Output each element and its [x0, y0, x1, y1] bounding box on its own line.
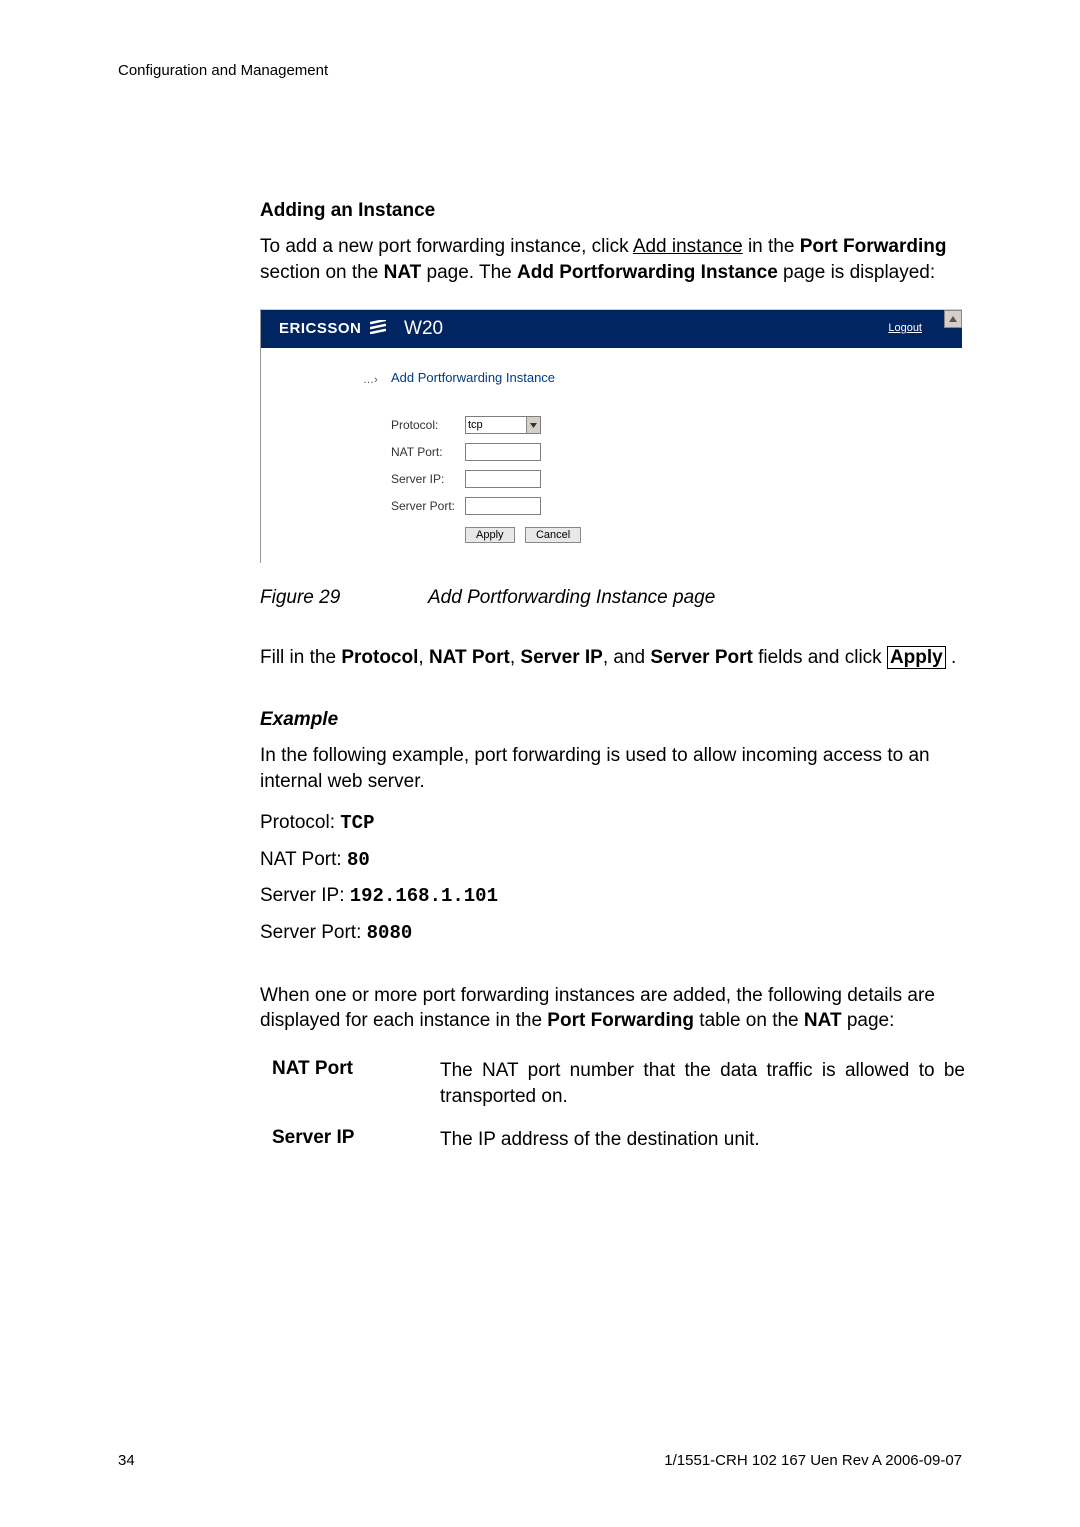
text: table on the	[694, 1010, 804, 1031]
logout-link[interactable]: Logout	[888, 322, 922, 334]
apply-button-reference: Apply	[887, 646, 946, 669]
text: page is displayed:	[778, 262, 935, 283]
form-title: Add Portforwarding Instance	[391, 370, 555, 385]
text: Fill in the	[260, 647, 341, 668]
ericsson-logo: ERICSSON	[279, 320, 386, 338]
add-instance-link-text: Add instance	[633, 236, 743, 257]
text: , and	[603, 647, 651, 668]
apply-button[interactable]: Apply	[465, 527, 515, 543]
bold-text: Protocol	[341, 647, 418, 668]
text: page. The	[421, 262, 517, 283]
def-term: NAT Port	[260, 1058, 440, 1109]
protocol-label: Protocol:	[391, 418, 465, 432]
example-heading: Example	[260, 709, 965, 731]
text: section on the	[260, 262, 384, 283]
nat-port-label: NAT Port:	[391, 445, 465, 459]
figure-caption: Figure 29Add Portforwarding Instance pag…	[260, 587, 965, 609]
port-forwarding-form: Protocol: tcp NAT Port: Server IP:	[391, 414, 962, 543]
example-server-port: Server Port: 8080	[260, 920, 965, 947]
protocol-select[interactable]: tcp	[465, 416, 541, 434]
page-number: 34	[118, 1452, 135, 1469]
text: .	[946, 647, 957, 668]
bold-text: NAT Port	[429, 647, 510, 668]
protocol-value: tcp	[468, 419, 483, 431]
page-header: Configuration and Management	[118, 62, 328, 79]
text: page:	[842, 1010, 895, 1031]
bold-text: Server Port	[650, 647, 752, 668]
example-server-ip: Server IP: 192.168.1.101	[260, 883, 965, 910]
figure-number: Figure 29	[260, 587, 428, 609]
section-heading: Adding an Instance	[260, 200, 965, 222]
caret-up-icon	[949, 316, 957, 322]
text: ,	[510, 647, 521, 668]
table-intro-paragraph: When one or more port forwarding instanc…	[260, 983, 965, 1034]
chevron-down-icon	[530, 423, 537, 428]
value: 192.168.1.101	[350, 885, 498, 907]
def-desc: The NAT port number that the data traffi…	[440, 1058, 965, 1109]
bold-text: NAT	[804, 1010, 842, 1031]
bold-text: Server IP	[520, 647, 602, 668]
value: TCP	[340, 812, 374, 834]
bold-text: Add Portforwarding Instance	[517, 262, 778, 283]
brand-text: ERICSSON	[279, 320, 361, 337]
example-protocol: Protocol: TCP	[260, 810, 965, 837]
doc-reference: 1/1551-CRH 102 167 Uen Rev A 2006-09-07	[664, 1452, 962, 1469]
def-desc: The IP address of the destination unit.	[440, 1127, 965, 1153]
bold-text: Port Forwarding	[800, 236, 947, 257]
model-text: W20	[404, 318, 443, 340]
intro-paragraph: To add a new port forwarding instance, c…	[260, 234, 965, 285]
figure-caption-text: Add Portforwarding Instance page	[428, 587, 715, 608]
def-term: Server IP	[260, 1127, 440, 1153]
def-row-nat-port: NAT Port The NAT port number that the da…	[260, 1058, 965, 1109]
screenshot-panel: ERICSSON W20 Logout …› Add Portforwardin…	[260, 309, 962, 563]
screenshot-header: ERICSSON W20 Logout	[261, 310, 962, 348]
bold-text: Port Forwarding	[547, 1010, 694, 1031]
example-nat-port: NAT Port: 80	[260, 847, 965, 874]
text: ,	[418, 647, 429, 668]
def-row-server-ip: Server IP The IP address of the destinat…	[260, 1127, 965, 1153]
server-ip-input[interactable]	[465, 470, 541, 488]
example-description: In the following example, port forwardin…	[260, 743, 965, 794]
screenshot-body: …› Add Portforwarding Instance Protocol:…	[261, 348, 962, 563]
dropdown-button[interactable]	[526, 417, 540, 433]
label: Server Port:	[260, 922, 367, 943]
scroll-up-button[interactable]	[944, 310, 962, 328]
value: 8080	[367, 922, 413, 944]
breadcrumb-arrow-icon: …›	[363, 374, 378, 386]
text: To add a new port forwarding instance, c…	[260, 236, 633, 257]
text: in the	[743, 236, 800, 257]
label: Server IP:	[260, 885, 350, 906]
fill-in-paragraph: Fill in the Protocol, NAT Port, Server I…	[260, 645, 965, 671]
definitions-table: NAT Port The NAT port number that the da…	[260, 1058, 965, 1153]
bold-text: NAT	[384, 262, 422, 283]
text: fields and click	[753, 647, 887, 668]
label: Protocol:	[260, 812, 340, 833]
value: 80	[347, 849, 370, 871]
server-ip-label: Server IP:	[391, 472, 465, 486]
ericsson-waves-icon	[370, 320, 386, 338]
server-port-input[interactable]	[465, 497, 541, 515]
server-port-label: Server Port:	[391, 499, 465, 513]
cancel-button[interactable]: Cancel	[525, 527, 581, 543]
nat-port-input[interactable]	[465, 443, 541, 461]
label: NAT Port:	[260, 849, 347, 870]
